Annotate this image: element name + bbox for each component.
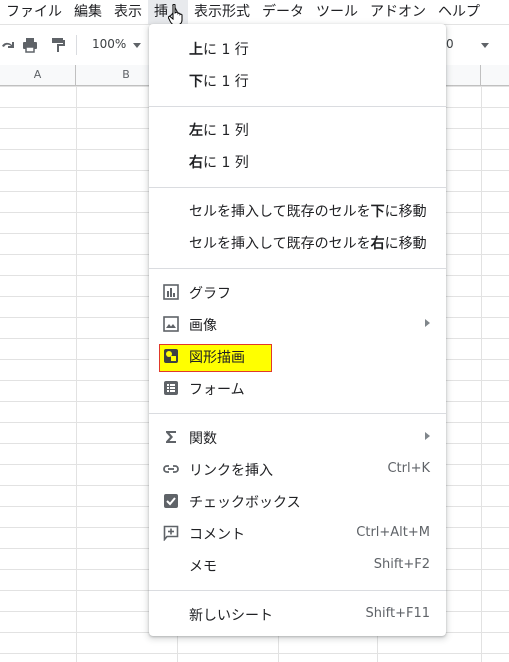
menu-item-checkbox[interactable]: チェックボックス (149, 485, 446, 517)
menu-item-row-below[interactable]: 下に 1 行 (149, 64, 446, 96)
sigma-icon (166, 431, 176, 443)
menu-item-note[interactable]: メモ Shift+F2 (149, 549, 446, 581)
chart-icon (163, 284, 179, 300)
menu-item-label: 上に 1 行 (189, 42, 249, 58)
column-header-a[interactable]: A (0, 65, 76, 85)
form-icon (164, 381, 178, 395)
submenu-arrow-icon (425, 319, 430, 327)
drawing-icon (164, 349, 178, 363)
menu-item-label: 図形描画 (189, 350, 245, 366)
menu-item-label: 左に 1 列 (189, 123, 249, 139)
menu-item-cells-shift-right[interactable]: セルを挿入して既存のセルを右に移動 (149, 226, 446, 258)
font-size-select[interactable]: 0 (446, 37, 454, 51)
menu-view[interactable]: 表示 (108, 0, 148, 24)
shortcut-text: Shift+F11 (365, 606, 430, 621)
menu-item-label: 画像 (189, 318, 217, 334)
menu-item-function[interactable]: 関数 (149, 421, 446, 453)
paint-format-icon[interactable] (50, 37, 66, 53)
menu-item-label: 下に 1 行 (189, 74, 249, 90)
menu-item-label: セルを挿入して既存のセルを下に移動 (189, 204, 427, 220)
toolbar-divider (76, 35, 77, 55)
menu-item-row-above[interactable]: 上に 1 行 (149, 32, 446, 64)
menu-tools[interactable]: ツール (310, 0, 364, 24)
menu-item-column-left[interactable]: 左に 1 列 (149, 113, 446, 145)
menu-addons[interactable]: アドオン (364, 0, 432, 24)
menu-item-cells-shift-down[interactable]: セルを挿入して既存のセルを下に移動 (149, 194, 446, 226)
menu-format[interactable]: 表示形式 (188, 0, 256, 24)
menu-item-chart[interactable]: グラフ (149, 276, 446, 308)
menu-item-label: グラフ (189, 286, 231, 302)
menu-divider (149, 413, 446, 414)
menu-divider (149, 268, 446, 269)
menu-divider (149, 187, 446, 188)
menu-bar: ファイル 編集 表示 挿入 表示形式 データ ツール アドオン ヘルプ (0, 0, 509, 24)
shortcut-text: Shift+F2 (373, 557, 430, 572)
menu-item-image[interactable]: 画像 (149, 308, 446, 340)
zoom-select[interactable]: 100% (92, 37, 126, 51)
menu-item-label: フォーム (189, 382, 245, 398)
redo-icon[interactable] (0, 37, 16, 53)
menu-help[interactable]: ヘルプ (432, 0, 486, 24)
menu-item-label: セルを挿入して既存のセルを右に移動 (189, 236, 427, 252)
menu-item-comment[interactable]: コメント Ctrl+Alt+M (149, 517, 446, 549)
submenu-arrow-icon (425, 432, 430, 440)
insert-menu: 上に 1 行 下に 1 行 左に 1 列 右に 1 列 セルを挿入して既存のセル… (149, 24, 446, 636)
menu-divider (149, 590, 446, 591)
menu-item-label: チェックボックス (189, 495, 301, 511)
menu-item-drawing[interactable]: 図形描画 (149, 340, 446, 372)
menu-item-link[interactable]: リンクを挿入 Ctrl+K (149, 453, 446, 485)
shortcut-text: Ctrl+Alt+M (356, 525, 430, 540)
font-size-caret-icon[interactable] (481, 43, 489, 48)
menu-item-label: リンクを挿入 (189, 463, 273, 479)
menu-item-label: 新しいシート (189, 608, 273, 624)
grid-column-line (76, 86, 77, 662)
shortcut-text: Ctrl+K (387, 461, 430, 476)
menu-divider (149, 106, 446, 107)
checkbox-icon (164, 494, 178, 508)
menu-item-column-right[interactable]: 右に 1 列 (149, 145, 446, 177)
menu-item-label: 関数 (189, 431, 217, 447)
menu-item-form[interactable]: フォーム (149, 372, 446, 404)
grid-column-line (481, 86, 482, 662)
image-icon (163, 316, 179, 332)
menu-item-label: メモ (189, 559, 217, 575)
zoom-caret-icon[interactable] (133, 43, 141, 48)
menu-item-new-sheet[interactable]: 新しいシート Shift+F11 (149, 598, 446, 630)
hand-cursor-icon (168, 4, 183, 26)
menu-data[interactable]: データ (256, 0, 310, 24)
menu-file[interactable]: ファイル (0, 0, 68, 24)
menu-item-label: 右に 1 列 (189, 155, 249, 171)
link-icon (163, 465, 179, 473)
comment-add-icon (163, 525, 179, 541)
menu-item-label: コメント (189, 527, 245, 543)
menu-edit[interactable]: 編集 (68, 0, 108, 24)
print-icon[interactable] (22, 37, 38, 53)
